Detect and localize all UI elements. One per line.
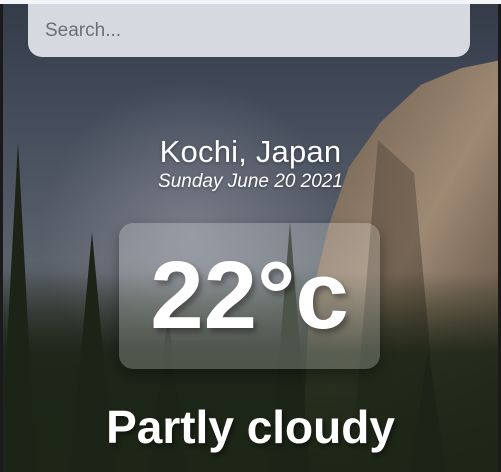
date-label: Sunday June 20 2021 — [158, 171, 343, 192]
search-input[interactable] — [43, 18, 455, 43]
location-label: Kochi, Japan — [159, 134, 342, 169]
temperature-card: 22°c — [119, 223, 380, 369]
temperature-value: 22°c — [150, 242, 349, 349]
weather-condition: Partly cloudy — [106, 401, 395, 453]
search-bar[interactable] — [28, 4, 470, 57]
weather-app: Kochi, Japan Sunday June 20 2021 22°c Pa… — [0, 0, 501, 472]
